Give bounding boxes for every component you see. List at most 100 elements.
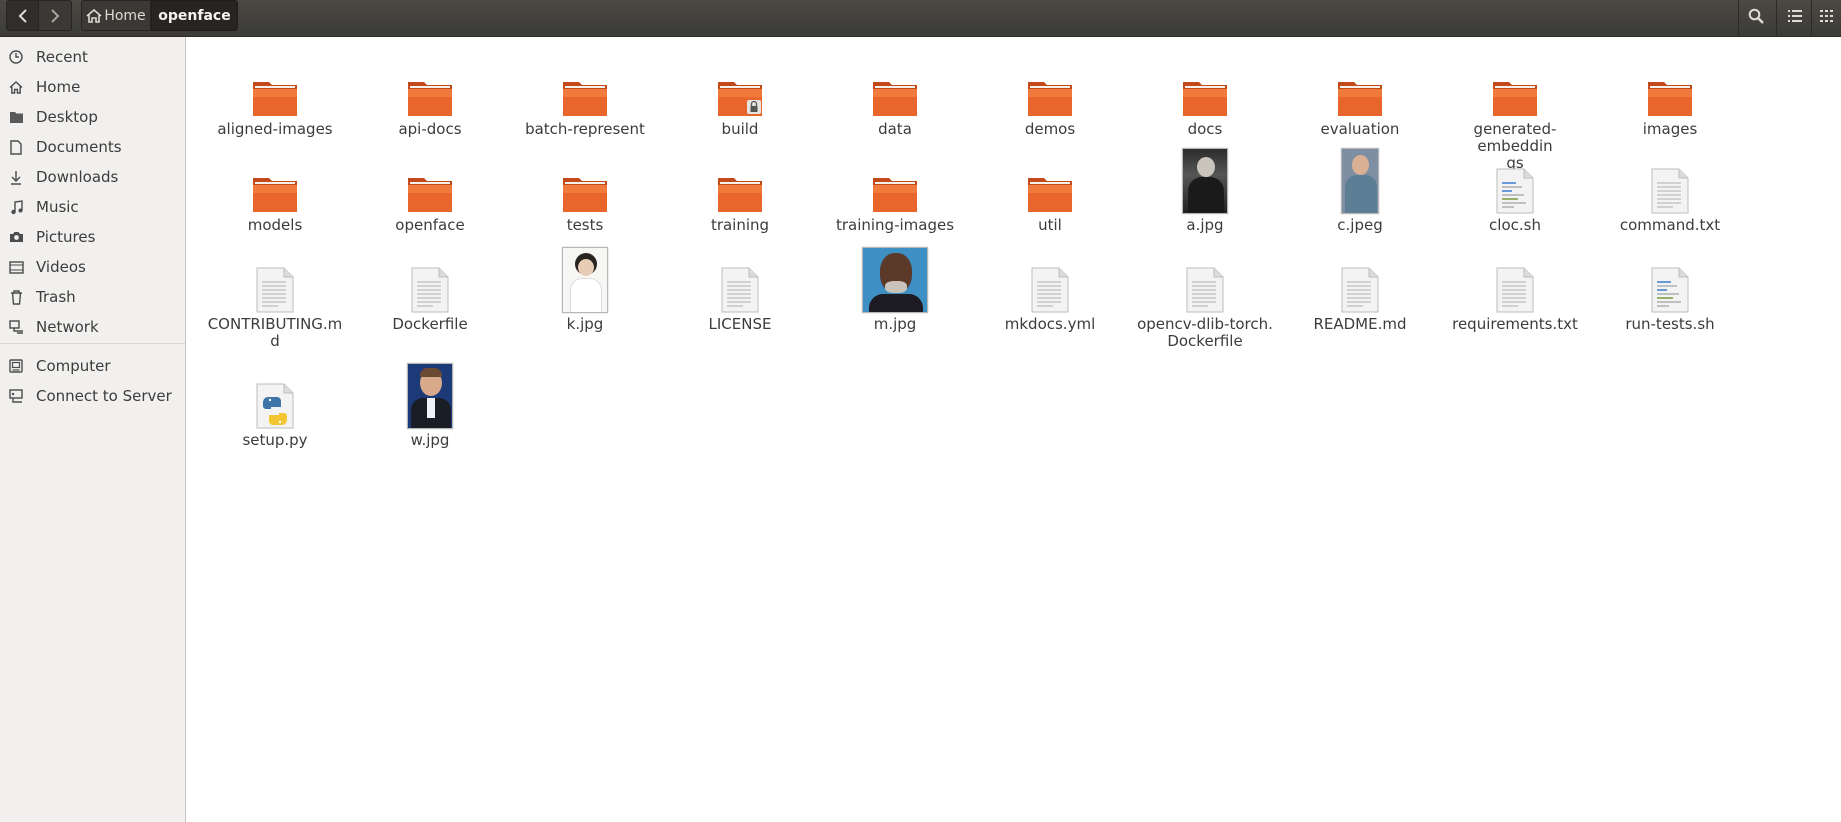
folder-item[interactable]: tests bbox=[515, 144, 655, 234]
camera-icon bbox=[8, 229, 24, 245]
file-name: command.txt bbox=[1619, 216, 1721, 234]
folder-item[interactable]: data bbox=[825, 48, 965, 138]
places-sidebar: Recent Home Desktop Documents Downloads … bbox=[0, 37, 186, 822]
image-file-item[interactable]: a.jpg bbox=[1135, 144, 1275, 234]
text-file-item[interactable]: Dockerfile bbox=[360, 243, 500, 333]
sidebar-item-label: Documents bbox=[36, 138, 122, 156]
file-name: cloc.sh bbox=[1489, 216, 1541, 234]
folder-item[interactable]: build bbox=[670, 48, 810, 138]
file-name: util bbox=[1038, 216, 1062, 234]
image-file-item[interactable]: w.jpg bbox=[360, 359, 500, 449]
file-icon-view: aligned-images api-docs batch-represent … bbox=[187, 37, 1841, 822]
search-button[interactable] bbox=[1740, 0, 1772, 31]
chevron-right-icon bbox=[51, 8, 60, 23]
file-name: a.jpg bbox=[1186, 216, 1224, 234]
sidebar-item-connect-to-server[interactable]: Connect to Server bbox=[0, 381, 185, 411]
folder-item[interactable]: openface bbox=[360, 144, 500, 234]
breadcrumb-current[interactable]: openface bbox=[151, 0, 238, 31]
folder-item[interactable]: training bbox=[670, 144, 810, 234]
folder-item[interactable]: util bbox=[980, 144, 1120, 234]
image-file-item[interactable]: m.jpg bbox=[825, 243, 965, 333]
file-name: CONTRIBUTING.md bbox=[207, 315, 343, 350]
python-file-icon bbox=[256, 383, 294, 429]
text-file-item[interactable]: opencv-dlib-torch. Dockerfile bbox=[1135, 243, 1275, 350]
file-name: models bbox=[247, 216, 303, 234]
text-file-icon bbox=[1341, 267, 1379, 313]
image-thumbnail bbox=[1182, 148, 1228, 214]
sidebar-item-network[interactable]: Network bbox=[0, 312, 185, 342]
image-file-item[interactable]: k.jpg bbox=[515, 243, 655, 333]
file-name: requirements.txt bbox=[1452, 315, 1578, 333]
text-file-icon bbox=[256, 267, 294, 313]
folder-icon bbox=[253, 82, 297, 116]
file-name: tests bbox=[566, 216, 604, 234]
file-name: Dockerfile bbox=[392, 315, 468, 333]
text-file-item[interactable]: command.txt bbox=[1600, 144, 1740, 234]
sidebar-item-downloads[interactable]: Downloads bbox=[0, 162, 185, 192]
sidebar-item-label: Recent bbox=[36, 48, 88, 66]
folder-icon bbox=[1338, 82, 1382, 116]
file-name: data bbox=[878, 120, 912, 138]
text-file-item[interactable]: LICENSE bbox=[670, 243, 810, 333]
sidebar-item-trash[interactable]: Trash bbox=[0, 282, 185, 312]
search-icon bbox=[1748, 8, 1764, 24]
folder-item[interactable]: images bbox=[1600, 48, 1740, 138]
folder-item[interactable]: training-images bbox=[825, 144, 965, 234]
folder-icon bbox=[253, 178, 297, 212]
folder-item[interactable]: aligned-images bbox=[205, 48, 345, 138]
image-thumbnail bbox=[862, 247, 928, 313]
script-file-icon bbox=[1496, 168, 1534, 214]
file-name: evaluation bbox=[1320, 120, 1400, 138]
forward-button[interactable] bbox=[39, 0, 72, 31]
folder-item[interactable]: models bbox=[205, 144, 345, 234]
script-file-item[interactable]: run-tests.sh bbox=[1600, 243, 1740, 333]
sidebar-item-label: Pictures bbox=[36, 228, 96, 246]
folder-item[interactable]: evaluation bbox=[1290, 48, 1430, 138]
video-icon bbox=[8, 259, 24, 275]
file-name: m.jpg bbox=[873, 315, 917, 333]
file-name: training bbox=[710, 216, 770, 234]
text-file-item[interactable]: CONTRIBUTING.md bbox=[205, 243, 345, 350]
file-name: setup.py bbox=[242, 431, 308, 449]
clock-icon bbox=[8, 49, 24, 65]
trash-icon bbox=[8, 289, 24, 305]
sidebar-item-music[interactable]: Music bbox=[0, 192, 185, 222]
folder-icon bbox=[408, 178, 452, 212]
computer-icon bbox=[8, 358, 24, 374]
script-file-item[interactable]: cloc.sh bbox=[1445, 144, 1585, 234]
back-button[interactable] bbox=[6, 0, 39, 31]
folder-icon bbox=[1028, 82, 1072, 116]
sidebar-item-recent[interactable]: Recent bbox=[0, 42, 185, 72]
python-file-item[interactable]: setup.py bbox=[205, 359, 345, 449]
folder-item[interactable]: batch-represent bbox=[515, 48, 655, 138]
sidebar-item-computer[interactable]: Computer bbox=[0, 351, 185, 381]
file-name: w.jpg bbox=[410, 431, 450, 449]
text-file-item[interactable]: mkdocs.yml bbox=[980, 243, 1120, 333]
image-thumbnail bbox=[1341, 148, 1379, 214]
folder-icon bbox=[1028, 178, 1072, 212]
folder-icon bbox=[1648, 82, 1692, 116]
file-name: demos bbox=[1024, 120, 1076, 138]
folder-item[interactable]: demos bbox=[980, 48, 1120, 138]
text-file-icon bbox=[721, 267, 759, 313]
file-name: openface bbox=[395, 216, 465, 234]
folder-item[interactable]: docs bbox=[1135, 48, 1275, 138]
sidebar-item-pictures[interactable]: Pictures bbox=[0, 222, 185, 252]
sidebar-item-videos[interactable]: Videos bbox=[0, 252, 185, 282]
sidebar-item-documents[interactable]: Documents bbox=[0, 132, 185, 162]
text-file-item[interactable]: requirements.txt bbox=[1445, 243, 1585, 333]
list-view-button[interactable] bbox=[1779, 0, 1811, 31]
home-icon bbox=[8, 79, 24, 95]
file-name: training-images bbox=[835, 216, 955, 234]
sidebar-item-label: Music bbox=[36, 198, 79, 216]
folder-item[interactable]: api-docs bbox=[360, 48, 500, 138]
image-file-item[interactable]: c.jpeg bbox=[1290, 144, 1430, 234]
chevron-left-icon bbox=[18, 8, 27, 23]
breadcrumb-home[interactable]: Home bbox=[81, 0, 151, 31]
file-name: batch-represent bbox=[525, 120, 645, 138]
sidebar-item-desktop[interactable]: Desktop bbox=[0, 102, 185, 132]
menu-button[interactable] bbox=[1812, 0, 1841, 31]
document-icon bbox=[8, 139, 24, 155]
text-file-item[interactable]: README.md bbox=[1290, 243, 1430, 333]
sidebar-item-home[interactable]: Home bbox=[0, 72, 185, 102]
